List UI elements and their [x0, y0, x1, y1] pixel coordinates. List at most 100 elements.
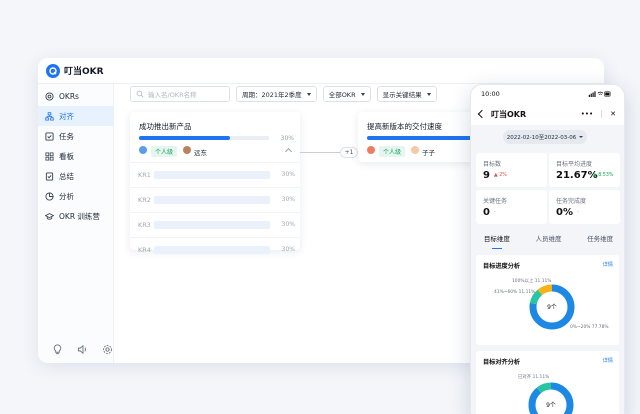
link-count-badge[interactable]: +1	[340, 147, 358, 158]
divider	[601, 110, 603, 118]
donut-center-label: 9个	[546, 402, 556, 409]
donut-label: 100%以上 11.11%	[512, 279, 552, 284]
grid-board-icon	[45, 151, 54, 161]
speaker-icon[interactable]	[77, 344, 88, 355]
period-label: 周期：2021年2季度	[242, 91, 302, 99]
stat-value: 0%	[556, 207, 573, 218]
tab-task-dimension[interactable]: 任务维度	[587, 233, 613, 249]
date-range-selector[interactable]: 2022-02-10至2022-03-06	[503, 130, 587, 144]
sidebar-item-training[interactable]: OKR 训练营	[38, 206, 113, 226]
chevron-down-icon	[306, 92, 311, 96]
objective-status-icon	[139, 146, 147, 154]
stat-delta: ▲ 8.53%	[593, 173, 614, 178]
stat-card-avg-progress[interactable]: 目标平均进度 21.67% ▲ 8.53%	[549, 153, 620, 187]
search-placeholder: 输入名/OKR名称	[148, 91, 197, 99]
status-bar: 10:00	[471, 85, 624, 103]
summary-check-icon	[45, 171, 54, 181]
kr-row[interactable]: KR3 30%	[130, 212, 300, 237]
stat-value: 0	[483, 207, 490, 218]
kr-percent: 30%	[281, 246, 295, 253]
period-dropdown[interactable]: 周期：2021年2季度	[236, 86, 317, 102]
kr-progress-bar	[154, 246, 270, 254]
sidebar-item-tasks[interactable]: 任务	[38, 126, 113, 146]
chevron-up-icon[interactable]	[284, 147, 293, 156]
chevron-down-icon	[426, 92, 431, 96]
task-check-icon	[45, 131, 54, 141]
kr-label: KR3	[138, 221, 151, 229]
sidebar: OKRs 对齐 任务 看板 总结 分析 OKR 训练营	[38, 84, 114, 363]
sidebar-item-board[interactable]: 看板	[38, 146, 113, 166]
stat-card-objectives[interactable]: 目标数 9 ▲ 2%	[476, 153, 547, 187]
stat-card-task-completion[interactable]: 任务完成度 0% -	[549, 190, 620, 224]
kr-percent: 30%	[281, 221, 295, 228]
kr-row[interactable]: KR2 30%	[130, 187, 300, 212]
stat-label: 目标平均进度	[556, 161, 593, 168]
scope-label: 全部OKR	[328, 91, 356, 99]
signal-battery-icon	[588, 91, 611, 97]
kr-percent: 30%	[281, 196, 295, 203]
alignment-analysis-panel: 目标对齐分析 详情 9个 已对齐 11.11%	[476, 351, 619, 414]
search-input[interactable]: 输入名/OKR名称	[130, 86, 230, 102]
hierarchy-icon	[45, 111, 54, 121]
kr-label: KR2	[138, 196, 151, 204]
sidebar-item-label: OKRs	[59, 91, 79, 101]
kr-progress-bar	[154, 171, 270, 179]
objective-status-icon	[367, 146, 375, 154]
owner-name: 子子	[422, 148, 435, 157]
stat-value: 21.67%	[556, 170, 598, 181]
tab-people-dimension[interactable]: 人员维度	[535, 233, 561, 249]
stat-label: 任务完成度	[556, 198, 587, 205]
sidebar-item-label: OKR 训练营	[59, 211, 100, 221]
dimension-tabs: 目标维度 人员维度 任务维度	[471, 233, 624, 249]
sidebar-item-align[interactable]: 对齐	[38, 106, 113, 126]
status-time: 10:00	[481, 90, 500, 98]
stat-delta: -	[577, 210, 579, 215]
close-icon[interactable]: ✕	[610, 110, 616, 118]
stat-card-key-tasks[interactable]: 关键任务 0 -	[476, 190, 547, 224]
kr-row[interactable]: KR1 30%	[130, 162, 300, 187]
kr-label: KR4	[138, 246, 151, 254]
bulb-icon[interactable]	[52, 344, 63, 355]
display-label: 显示关键结果	[382, 91, 422, 99]
scope-dropdown[interactable]: 全部OKR	[322, 86, 371, 102]
back-arrow-icon[interactable]	[477, 109, 487, 119]
progress-analysis-panel: 目标进度分析 详情 9个 100%以上 11.11% 41%~60% 11.11…	[476, 255, 619, 345]
more-icon[interactable]: •••	[581, 110, 593, 118]
kr-label: KR1	[138, 171, 151, 179]
stat-delta: -	[494, 210, 496, 215]
objective-title: 成功推出新产品	[139, 122, 192, 131]
objective-percent: 30%	[280, 135, 294, 142]
sidebar-item-analysis[interactable]: 分析	[38, 186, 113, 206]
search-icon	[136, 90, 144, 98]
toolbar: 输入名/OKR名称 周期：2021年2季度 全部OKR 显示关键结果	[130, 86, 437, 102]
display-dropdown[interactable]: 显示关键结果	[376, 86, 437, 102]
date-range-label: 2022-02-10至2022-03-06	[506, 135, 577, 141]
pie-chart-icon	[45, 191, 54, 201]
objective-progress-bar	[139, 136, 269, 140]
sidebar-item-summary[interactable]: 总结	[38, 166, 113, 186]
mobile-nav-bar: 叮当OKR ••• ✕	[471, 103, 624, 125]
settings-icon[interactable]	[102, 344, 113, 355]
graduation-cap-icon	[45, 212, 54, 220]
level-tag: 个人级	[151, 146, 178, 157]
level-tag: 个人级	[379, 146, 406, 157]
mobile-title: 叮当OKR	[491, 109, 527, 119]
mobile-preview: 10:00 叮当OKR ••• ✕ 2022-02-10至2022-03-06 …	[470, 84, 625, 414]
objective-card[interactable]: 成功推出新产品 30% 个人级 远东 KR1 30% KR2 30% KR3 3…	[130, 112, 300, 254]
sidebar-item-label: 分析	[59, 191, 74, 201]
kr-row[interactable]: KR4 30%	[130, 237, 300, 254]
avatar	[183, 146, 191, 154]
stat-label: 目标数	[483, 161, 502, 168]
app-title: 叮当OKR	[64, 67, 104, 77]
avatar	[411, 146, 419, 154]
sidebar-item-okrs[interactable]: OKRs	[38, 86, 113, 106]
kr-progress-bar	[154, 221, 270, 229]
kr-percent: 30%	[281, 171, 295, 178]
stat-delta: ▲ 2%	[494, 173, 507, 178]
tab-objective-dimension[interactable]: 目标维度	[484, 233, 510, 249]
sidebar-item-label: 对齐	[59, 111, 74, 121]
objective-progress-fill	[139, 136, 230, 140]
chevron-down-icon	[579, 136, 584, 138]
alignment-donut-chart: 9个	[528, 382, 574, 414]
owner-name: 远东	[194, 148, 207, 157]
